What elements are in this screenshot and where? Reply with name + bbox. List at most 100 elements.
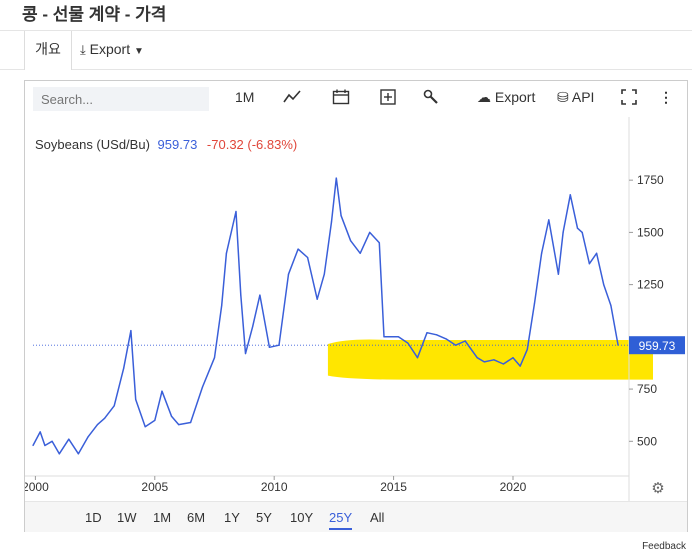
data-point xyxy=(307,256,309,259)
range-button-1w[interactable]: 1W xyxy=(117,510,137,525)
tab-overview[interactable]: 개요 xyxy=(24,31,72,70)
data-point xyxy=(603,284,605,286)
x-tick-label: 2020 xyxy=(500,480,527,494)
range-button-1d[interactable]: 1D xyxy=(85,510,102,525)
data-point xyxy=(123,367,125,369)
data-point xyxy=(135,398,137,401)
data-point xyxy=(426,332,428,334)
data-point xyxy=(533,302,536,305)
range-button-1y[interactable]: 1Y xyxy=(224,510,240,525)
x-tick-label: 2015 xyxy=(380,480,407,494)
chart-widget: 1M ☁ Export ⛁ API ⋮ Soybeans (USd/Bu) 95… xyxy=(24,80,688,532)
data-point xyxy=(161,390,163,392)
range-button-1m[interactable]: 1M xyxy=(153,510,171,525)
data-point xyxy=(502,363,505,365)
range-button-25y[interactable]: 25Y xyxy=(329,510,353,530)
data-point xyxy=(323,273,325,275)
data-point xyxy=(235,210,237,213)
data-point xyxy=(144,426,146,428)
x-tick-label: 2005 xyxy=(141,480,168,494)
data-point xyxy=(483,361,485,363)
feedback-link[interactable]: Feedback xyxy=(642,541,686,552)
data-point xyxy=(225,252,228,254)
data-point xyxy=(68,438,70,440)
chart-plot[interactable]: 500 750 1250 1500 1750 2000 2005 2010 2015 2020 95… xyxy=(25,81,687,501)
data-point xyxy=(213,357,216,359)
data-point xyxy=(557,273,559,275)
data-point xyxy=(595,252,598,254)
data-point xyxy=(190,421,192,424)
data-point xyxy=(221,304,223,307)
last-price-label: 959.73 xyxy=(639,339,676,353)
data-point xyxy=(464,340,466,342)
settings-gear-icon[interactable]: ⚙ xyxy=(651,480,664,497)
data-point xyxy=(259,294,261,296)
data-point xyxy=(588,263,591,265)
data-point xyxy=(316,298,318,300)
data-point xyxy=(297,248,299,250)
range-button-10y[interactable]: 10Y xyxy=(290,510,313,525)
data-point xyxy=(435,334,438,336)
data-point xyxy=(170,415,173,417)
data-point xyxy=(617,344,619,346)
data-point xyxy=(519,365,521,367)
data-point xyxy=(44,444,46,447)
data-point xyxy=(548,219,550,221)
data-point xyxy=(178,423,180,426)
data-point xyxy=(383,336,385,338)
data-point xyxy=(330,221,333,223)
data-point xyxy=(476,357,478,359)
data-point xyxy=(610,304,612,307)
data-point xyxy=(58,453,60,455)
data-point xyxy=(154,419,156,422)
data-point xyxy=(526,348,528,350)
data-point xyxy=(51,440,53,442)
data-point xyxy=(397,336,399,338)
data-point xyxy=(388,336,390,338)
tab-export[interactable]: ⤓ Export ▼ xyxy=(80,31,144,69)
data-point xyxy=(569,194,571,196)
page-title: 콩 - 선물 계약 - 가격 xyxy=(22,5,167,24)
data-point xyxy=(445,338,447,340)
caret-down-icon: ▼ xyxy=(134,46,144,57)
data-point xyxy=(96,423,99,426)
data-point xyxy=(39,431,41,433)
data-point xyxy=(77,453,79,455)
data-point xyxy=(416,357,419,359)
data-point xyxy=(340,215,342,217)
data-point xyxy=(359,252,361,254)
y-tick-label: 1250 xyxy=(637,278,664,292)
data-point xyxy=(455,344,457,346)
y-tick-label: 750 xyxy=(637,382,657,396)
data-point xyxy=(244,352,247,355)
series-line xyxy=(32,177,619,455)
data-point xyxy=(378,242,380,244)
data-point xyxy=(130,329,132,332)
range-button-5y[interactable]: 5Y xyxy=(256,510,272,525)
data-point xyxy=(369,231,371,233)
download-icon: ⤓ xyxy=(80,42,86,57)
data-point xyxy=(512,357,514,359)
data-point xyxy=(104,417,106,419)
data-point xyxy=(493,359,495,361)
x-tick-label: 2010 xyxy=(261,480,288,494)
data-point xyxy=(562,231,564,233)
y-tick-label: 1500 xyxy=(637,225,664,239)
tab-bar: 개요 ⤓ Export ▼ xyxy=(0,30,692,70)
tab-export-label: Export xyxy=(89,41,131,57)
x-tick-label: 2000 xyxy=(25,480,49,494)
range-button-6m[interactable]: 6M xyxy=(187,510,205,525)
data-point xyxy=(201,386,204,388)
data-point xyxy=(407,342,409,344)
data-point xyxy=(576,227,579,229)
data-point xyxy=(581,231,583,233)
data-point xyxy=(350,240,352,242)
data-point xyxy=(278,344,280,346)
data-point xyxy=(113,405,115,407)
range-selector: 1D 1W 1M 6M 1Y 5Y 10Y 25Y All xyxy=(25,501,687,532)
highlight-marker xyxy=(327,339,653,380)
y-tick-label: 500 xyxy=(637,434,657,448)
range-button-all[interactable]: All xyxy=(370,510,384,525)
data-point xyxy=(87,436,89,438)
data-point xyxy=(541,252,543,254)
